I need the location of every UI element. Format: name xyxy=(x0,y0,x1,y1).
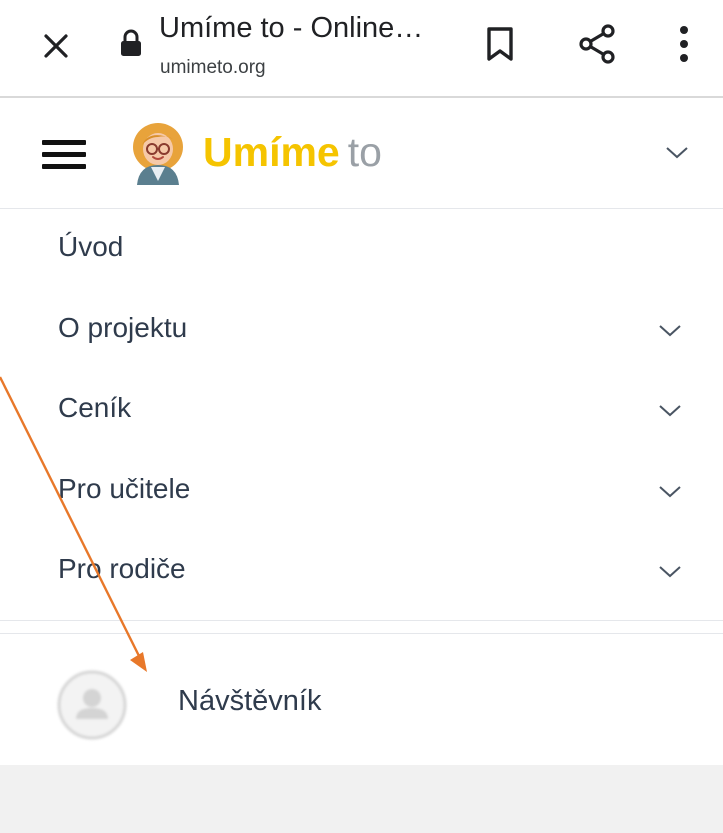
hamburger-menu-icon[interactable] xyxy=(40,134,88,174)
user-account-row[interactable]: Návštěvník xyxy=(0,634,723,765)
menu-item-label: O projektu xyxy=(58,312,188,343)
menu-item-label: Úvod xyxy=(58,231,124,262)
more-vert-icon xyxy=(680,26,688,62)
menu-item-cenik[interactable]: Ceník xyxy=(0,370,723,450)
user-name: Návštěvník xyxy=(178,685,322,717)
user-avatar-icon xyxy=(57,670,127,740)
chevron-down-icon[interactable] xyxy=(662,142,692,162)
site-header: Umíme to xyxy=(0,98,723,209)
close-tab-button[interactable] xyxy=(36,26,76,66)
chevron-down-icon[interactable] xyxy=(656,483,684,501)
chevron-down-icon[interactable] xyxy=(656,402,684,420)
more-options-button[interactable] xyxy=(662,20,706,68)
footer-band xyxy=(0,765,723,833)
menu-item-label: Ceník xyxy=(58,392,132,423)
share-icon xyxy=(579,24,615,64)
menu-item-label: Pro učitele xyxy=(58,473,191,504)
logo-bold-text: Umíme xyxy=(203,129,340,175)
site-logo[interactable]: Umíme to xyxy=(203,128,382,176)
bookmark-icon xyxy=(487,27,513,61)
bookmark-button[interactable] xyxy=(478,22,522,66)
logo-light-text: to xyxy=(347,129,382,175)
share-button[interactable] xyxy=(573,20,621,68)
lock-icon xyxy=(121,29,141,56)
page-url[interactable]: umimeto.org xyxy=(160,57,266,79)
menu-item-uvod[interactable]: Úvod xyxy=(0,209,723,289)
chevron-down-icon[interactable] xyxy=(656,322,684,340)
menu-divider xyxy=(0,620,723,621)
page-title: Umíme to - Online… xyxy=(159,12,424,44)
menu-item-pro-rodice[interactable]: Pro rodiče xyxy=(0,531,723,611)
browser-toolbar: Umíme to - Online… umimeto.org xyxy=(0,0,723,98)
menu-item-o-projektu[interactable]: O projektu xyxy=(0,290,723,370)
logo-mascot-icon[interactable] xyxy=(129,121,187,185)
close-icon xyxy=(44,34,68,58)
chevron-down-icon[interactable] xyxy=(656,563,684,581)
menu-item-label: Pro rodiče xyxy=(58,553,186,584)
menu-item-pro-ucitele[interactable]: Pro učitele xyxy=(0,451,723,531)
